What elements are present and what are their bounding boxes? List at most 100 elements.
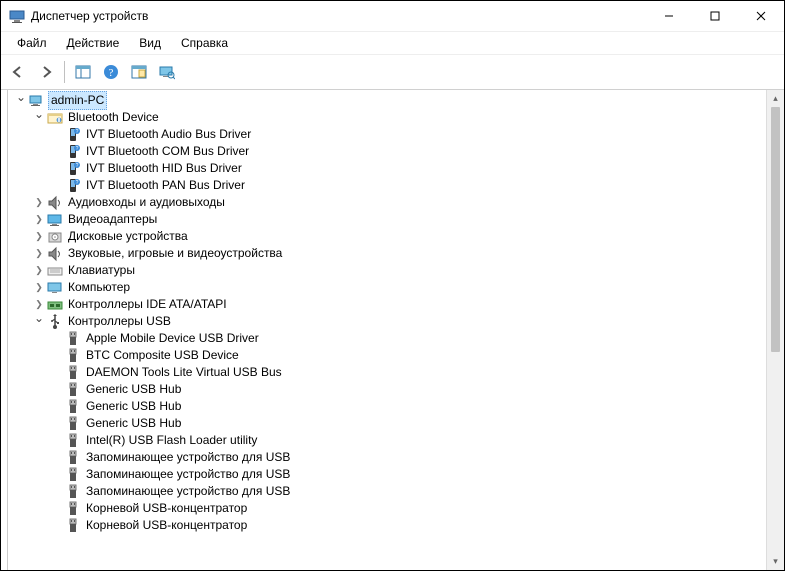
tree-node-label[interactable]: Bluetooth Device	[66, 109, 161, 126]
tree-node-запоминающее-устройство-для-us[interactable]: Запоминающее устройство для USB	[14, 449, 784, 466]
tree-node-label[interactable]: Дисковые устройства	[66, 228, 190, 245]
device-tree-panel[interactable]: admin-PCBluetooth Device? IVT Bluetooth A…	[8, 90, 784, 570]
tree-node-запоминающее-устройство-для-us[interactable]: Запоминающее устройство для USB	[14, 483, 784, 500]
help-icon: ?	[103, 64, 119, 80]
tree-node-label[interactable]: Intel(R) USB Flash Loader utility	[84, 432, 259, 449]
tree-expand-arrow[interactable]	[32, 194, 46, 211]
tree-node-btc-composite-usb-device[interactable]: BTC Composite USB Device	[14, 347, 784, 364]
tree-node-ivt-bluetooth-com-bus-driver[interactable]: ? IVT Bluetooth COM Bus Driver	[14, 143, 784, 160]
bt-card-icon	[47, 110, 63, 126]
tree-node-label[interactable]: Generic USB Hub	[84, 381, 183, 398]
tree-node-label[interactable]: Компьютер	[66, 279, 132, 296]
menu-help[interactable]: Справка	[171, 34, 238, 52]
tree-expand-arrow[interactable]	[32, 211, 46, 228]
tree-node-label[interactable]: Generic USB Hub	[84, 398, 183, 415]
tree-expand-arrow[interactable]	[32, 109, 46, 127]
tree-node-intel-r-usb-flash-loader-utili[interactable]: Intel(R) USB Flash Loader utility	[14, 432, 784, 449]
tree-node-generic-usb-hub[interactable]: Generic USB Hub	[14, 398, 784, 415]
tree-node-контроллеры-ide-ata-atapi[interactable]: Контроллеры IDE ATA/ATAPI	[14, 296, 784, 313]
usb-icon	[65, 501, 81, 517]
tree-node-label[interactable]: Звуковые, игровые и видеоустройства	[66, 245, 284, 262]
menu-file[interactable]: Файл	[7, 34, 57, 52]
properties-button[interactable]	[126, 59, 152, 85]
tree-node-контроллеры-usb[interactable]: Контроллеры USB	[14, 313, 784, 330]
vertical-scrollbar[interactable]: ▴ ▾	[766, 90, 784, 570]
tree-node-запоминающее-устройство-для-us[interactable]: Запоминающее устройство для USB	[14, 466, 784, 483]
back-button[interactable]	[5, 59, 31, 85]
content-area: admin-PCBluetooth Device? IVT Bluetooth A…	[1, 90, 784, 570]
tree-node-generic-usb-hub[interactable]: Generic USB Hub	[14, 415, 784, 432]
tree-node-label[interactable]: Контроллеры USB	[66, 313, 173, 330]
tree-node-label[interactable]: IVT Bluetooth COM Bus Driver	[84, 143, 251, 160]
usb-icon	[65, 416, 81, 432]
usb-ctl-icon	[47, 314, 63, 330]
tree-node-daemon-tools-lite-virtual-usb-[interactable]: DAEMON Tools Lite Virtual USB Bus	[14, 364, 784, 381]
tree-node-label[interactable]: Аудиовходы и аудиовыходы	[66, 194, 227, 211]
svg-text:?: ?	[76, 146, 79, 152]
tree-node-label[interactable]: Запоминающее устройство для USB	[84, 466, 292, 483]
tree-node-generic-usb-hub[interactable]: Generic USB Hub	[14, 381, 784, 398]
tree-node-label[interactable]: Запоминающее устройство для USB	[84, 483, 292, 500]
usb-icon	[65, 467, 81, 483]
svg-text:?: ?	[76, 163, 79, 169]
scroll-up-button[interactable]: ▴	[767, 90, 784, 107]
monitor-scan-icon	[159, 64, 175, 80]
tree-node-label[interactable]: Корневой USB-концентратор	[84, 517, 249, 534]
tree-node-ivt-bluetooth-pan-bus-driver[interactable]: ? IVT Bluetooth PAN Bus Driver	[14, 177, 784, 194]
tree-node-label[interactable]: IVT Bluetooth HID Bus Driver	[84, 160, 244, 177]
menu-action[interactable]: Действие	[57, 34, 130, 52]
tree-node-label[interactable]: admin-PC	[48, 91, 107, 110]
scroll-down-button[interactable]: ▾	[767, 553, 784, 570]
menu-view[interactable]: Вид	[129, 34, 171, 52]
tree-node-корневой-usb-концентратор[interactable]: Корневой USB-концентратор	[14, 500, 784, 517]
device-manager-window: Диспетчер устройств Файл Действие Вид Сп…	[0, 0, 785, 571]
tree-node-label[interactable]: IVT Bluetooth PAN Bus Driver	[84, 177, 247, 194]
forward-button[interactable]	[33, 59, 59, 85]
usb-icon	[65, 399, 81, 415]
tree-expand-arrow[interactable]	[14, 92, 28, 110]
svg-text:?: ?	[76, 129, 79, 135]
tree-node-ivt-bluetooth-audio-bus-driver[interactable]: ? IVT Bluetooth Audio Bus Driver	[14, 126, 784, 143]
tree-node-label[interactable]: Контроллеры IDE ATA/ATAPI	[66, 296, 229, 313]
scan-hardware-button[interactable]	[154, 59, 180, 85]
tree-node-label[interactable]: Корневой USB-концентратор	[84, 500, 249, 517]
help-button[interactable]: ?	[98, 59, 124, 85]
tree-node-дисковые-устройства[interactable]: Дисковые устройства	[14, 228, 784, 245]
tree-node-label[interactable]: Запоминающее устройство для USB	[84, 449, 292, 466]
tree-node-label[interactable]: Клавиатуры	[66, 262, 137, 279]
tree-node-звуковые-игровые-и-видеоустрой[interactable]: Звуковые, игровые и видеоустройства	[14, 245, 784, 262]
monitor-icon	[47, 280, 63, 296]
tree-expand-arrow[interactable]	[32, 313, 46, 331]
tree-expand-arrow[interactable]	[32, 228, 46, 245]
tree-node-label[interactable]: Generic USB Hub	[84, 415, 183, 432]
tree-node-label[interactable]: Видеоадаптеры	[66, 211, 159, 228]
disk-icon	[47, 229, 63, 245]
tree-node-root[interactable]: admin-PC	[14, 92, 784, 109]
tree-node-ivt-bluetooth-hid-bus-driver[interactable]: ? IVT Bluetooth HID Bus Driver	[14, 160, 784, 177]
show-hide-console-tree-button[interactable]	[70, 59, 96, 85]
tree-expand-arrow[interactable]	[32, 262, 46, 279]
close-button[interactable]	[738, 1, 784, 31]
tree-node-корневой-usb-концентратор[interactable]: Корневой USB-концентратор	[14, 517, 784, 534]
tree-node-компьютер[interactable]: Компьютер	[14, 279, 784, 296]
tree-node-label[interactable]: Apple Mobile Device USB Driver	[84, 330, 261, 347]
title-bar: Диспетчер устройств	[1, 1, 784, 32]
device-tree[interactable]: admin-PCBluetooth Device? IVT Bluetooth A…	[8, 90, 784, 570]
tree-node-apple-mobile-device-usb-driver[interactable]: Apple Mobile Device USB Driver	[14, 330, 784, 347]
forward-icon	[38, 64, 54, 80]
tree-node-label[interactable]: DAEMON Tools Lite Virtual USB Bus	[84, 364, 284, 381]
tree-node-label[interactable]: BTC Composite USB Device	[84, 347, 241, 364]
tree-node-label[interactable]: IVT Bluetooth Audio Bus Driver	[84, 126, 253, 143]
bt-dev-icon: ?	[65, 161, 81, 177]
svg-text:?: ?	[76, 180, 79, 186]
tree-expand-arrow[interactable]	[32, 279, 46, 296]
tree-node-аудиовходы-и-аудиовыходы[interactable]: Аудиовходы и аудиовыходы	[14, 194, 784, 211]
scroll-thumb[interactable]	[771, 107, 780, 352]
tree-expand-arrow[interactable]	[32, 245, 46, 262]
tree-node-клавиатуры[interactable]: Клавиатуры	[14, 262, 784, 279]
tree-node-видеоадаптеры[interactable]: Видеоадаптеры	[14, 211, 784, 228]
minimize-button[interactable]	[646, 1, 692, 31]
tree-node-bluetooth-device[interactable]: Bluetooth Device	[14, 109, 784, 126]
maximize-button[interactable]	[692, 1, 738, 31]
scroll-track[interactable]	[767, 107, 784, 553]
